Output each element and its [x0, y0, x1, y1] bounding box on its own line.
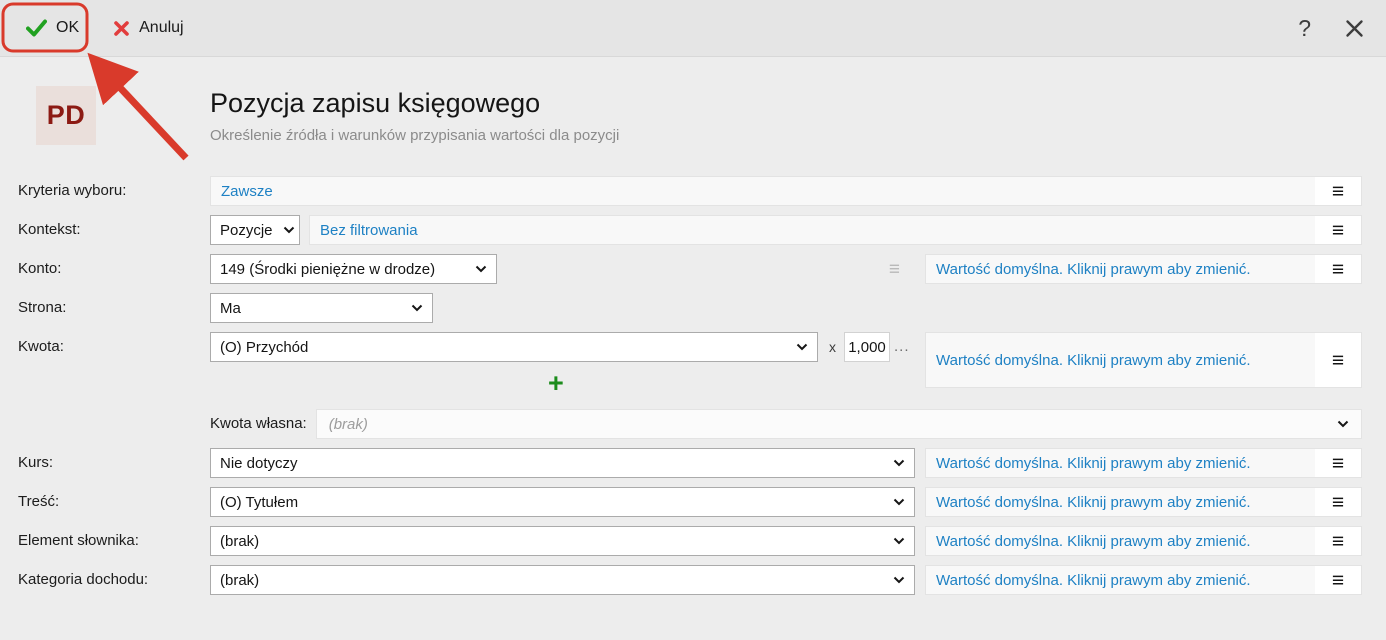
kategoria-dochodu-default-field[interactable]: Wartość domyślna. Kliknij prawym aby zmi… — [925, 565, 1362, 595]
chevron-down-icon — [786, 343, 808, 351]
chevron-down-icon — [273, 226, 295, 234]
row-strona: Strona: Ma — [0, 293, 1386, 323]
kurs-label: Kurs: — [18, 448, 210, 478]
menu-icon: ≡ — [1332, 531, 1344, 552]
page-subtitle: Określenie źródła i warunków przypisania… — [210, 127, 619, 144]
strona-dropdown[interactable]: Ma — [210, 293, 433, 323]
ok-button[interactable]: OK — [16, 13, 89, 43]
kryteria-wyboru-field[interactable]: Zawsze ≡ — [210, 176, 1362, 206]
default-value-text[interactable]: Wartość domyślna. Kliknij prawym aby zmi… — [926, 527, 1315, 555]
menu-icon: ≡ — [1332, 350, 1344, 371]
menu-icon[interactable]: ≡ — [889, 260, 900, 279]
cancel-button-label: Anuluj — [139, 19, 183, 37]
chevron-down-icon — [1337, 415, 1349, 433]
element-slownika-default-field[interactable]: Wartość domyślna. Kliknij prawym aby zmi… — [925, 526, 1362, 556]
row-add: + — [0, 371, 1386, 397]
row-konto: Konto: 149 (Środki pieniężne w drodze) ≡… — [0, 254, 1386, 284]
row-tresc: Treść: (O) Tytułem Wartość domyślna. Kli… — [0, 487, 1386, 517]
default-value-text[interactable]: Wartość domyślna. Kliknij prawym aby zmi… — [926, 449, 1315, 477]
kategoria-dochodu-dropdown-value: (brak) — [220, 572, 259, 589]
default-value-text[interactable]: Wartość domyślna. Kliknij prawym aby zmi… — [926, 488, 1315, 516]
menu-icon: ≡ — [1332, 181, 1344, 202]
page-title: Pozycja zapisu księgowego — [210, 88, 619, 119]
konto-dropdown[interactable]: 149 (Środki pieniężne w drodze) — [210, 254, 497, 284]
kontekst-menu-button[interactable]: ≡ — [1315, 216, 1361, 244]
chevron-down-icon — [883, 498, 905, 506]
menu-icon: ≡ — [1332, 453, 1344, 474]
kontekst-value[interactable]: Bez filtrowania — [310, 216, 1315, 244]
kwota-dropdown[interactable]: (O) Przychód — [210, 332, 818, 362]
kontekst-field[interactable]: Bez filtrowania ≡ — [309, 215, 1362, 245]
kurs-menu-button[interactable]: ≡ — [1315, 449, 1361, 477]
element-slownika-dropdown[interactable]: (brak) — [210, 526, 915, 556]
default-value-text[interactable]: Wartość domyślna. Kliknij prawym aby zmi… — [926, 255, 1315, 283]
chevron-down-icon — [883, 537, 905, 545]
row-kwota-wlasna: Kwota własna: (brak) — [0, 409, 1386, 439]
element-slownika-dropdown-value: (brak) — [220, 533, 259, 550]
x-icon — [113, 20, 130, 37]
form: Kryteria wyboru: Zawsze ≡ Kontekst: Pozy… — [0, 176, 1386, 595]
dialog-header: PD Pozycja zapisu księgowego Określenie … — [0, 57, 1386, 145]
menu-icon: ≡ — [1332, 492, 1344, 513]
chevron-down-icon — [401, 304, 423, 312]
konto-menu-button[interactable]: ≡ — [1315, 255, 1361, 283]
kurs-dropdown[interactable]: Nie dotyczy — [210, 448, 915, 478]
cancel-button[interactable]: Anuluj — [103, 13, 193, 43]
kwota-label: Kwota: — [18, 332, 210, 362]
konto-default-field[interactable]: Wartość domyślna. Kliknij prawym aby zmi… — [925, 254, 1362, 284]
kryteria-wyboru-value[interactable]: Zawsze — [211, 177, 1315, 205]
chevron-down-icon — [465, 265, 487, 273]
close-icon[interactable] — [1345, 19, 1364, 38]
konto-dropdown-value: 149 (Środki pieniężne w drodze) — [220, 261, 435, 278]
strona-dropdown-value: Ma — [220, 300, 241, 317]
kontekst-dropdown-value: Pozycje — [220, 222, 273, 239]
kurs-dropdown-value: Nie dotyczy — [220, 455, 298, 472]
kategoria-dochodu-menu-button[interactable]: ≡ — [1315, 566, 1361, 594]
kryteria-wyboru-menu-button[interactable]: ≡ — [1315, 177, 1361, 205]
toolbar: OK Anuluj ? — [0, 0, 1386, 57]
kwota-wlasna-combobox[interactable]: (brak) — [316, 409, 1362, 439]
kategoria-dochodu-dropdown[interactable]: (brak) — [210, 565, 915, 595]
row-element-slownika: Element słownika: (brak) Wartość domyśln… — [0, 526, 1386, 556]
row-kurs: Kurs: Nie dotyczy Wartość domyślna. Klik… — [0, 448, 1386, 478]
tresc-label: Treść: — [18, 487, 210, 517]
strona-label: Strona: — [18, 293, 210, 323]
check-icon — [26, 19, 47, 37]
kwota-wlasna-label: Kwota własna: — [210, 409, 307, 439]
kwota-dropdown-value: (O) Przychód — [220, 339, 308, 356]
chevron-down-icon — [883, 459, 905, 467]
menu-icon: ≡ — [1332, 220, 1344, 241]
element-slownika-menu-button[interactable]: ≡ — [1315, 527, 1361, 555]
ok-button-label: OK — [56, 19, 79, 37]
chevron-down-icon — [883, 576, 905, 584]
kategoria-dochodu-label: Kategoria dochodu: — [18, 565, 210, 595]
plus-icon[interactable]: + — [548, 371, 564, 395]
kontekst-dropdown[interactable]: Pozycje — [210, 215, 300, 245]
kurs-default-field[interactable]: Wartość domyślna. Kliknij prawym aby zmi… — [925, 448, 1362, 478]
multiplier-label: x — [829, 332, 836, 362]
konto-label: Konto: — [18, 254, 210, 284]
row-kontekst: Kontekst: Pozycje Bez filtrowania ≡ — [0, 215, 1386, 245]
tresc-default-field[interactable]: Wartość domyślna. Kliknij prawym aby zmi… — [925, 487, 1362, 517]
default-value-text[interactable]: Wartość domyślna. Kliknij prawym aby zmi… — [926, 566, 1315, 594]
kryteria-wyboru-label: Kryteria wyboru: — [18, 176, 210, 206]
tresc-dropdown-value: (O) Tytułem — [220, 494, 298, 511]
element-slownika-label: Element słownika: — [18, 526, 210, 556]
ellipsis-button[interactable]: ... — [894, 332, 910, 362]
row-kategoria-dochodu: Kategoria dochodu: (brak) Wartość domyśl… — [0, 565, 1386, 595]
row-kwota: Kwota: (O) Przychód x 1,000 ... Wartość … — [0, 332, 1386, 362]
multiplier-input[interactable]: 1,000 — [844, 332, 890, 362]
kontekst-label: Kontekst: — [18, 215, 210, 245]
help-icon[interactable]: ? — [1298, 15, 1311, 42]
menu-icon: ≡ — [1332, 570, 1344, 591]
tresc-menu-button[interactable]: ≡ — [1315, 488, 1361, 516]
avatar: PD — [36, 86, 96, 145]
tresc-dropdown[interactable]: (O) Tytułem — [210, 487, 915, 517]
kwota-wlasna-placeholder: (brak) — [329, 416, 368, 433]
menu-icon: ≡ — [1332, 259, 1344, 280]
row-kryteria-wyboru: Kryteria wyboru: Zawsze ≡ — [0, 176, 1386, 206]
